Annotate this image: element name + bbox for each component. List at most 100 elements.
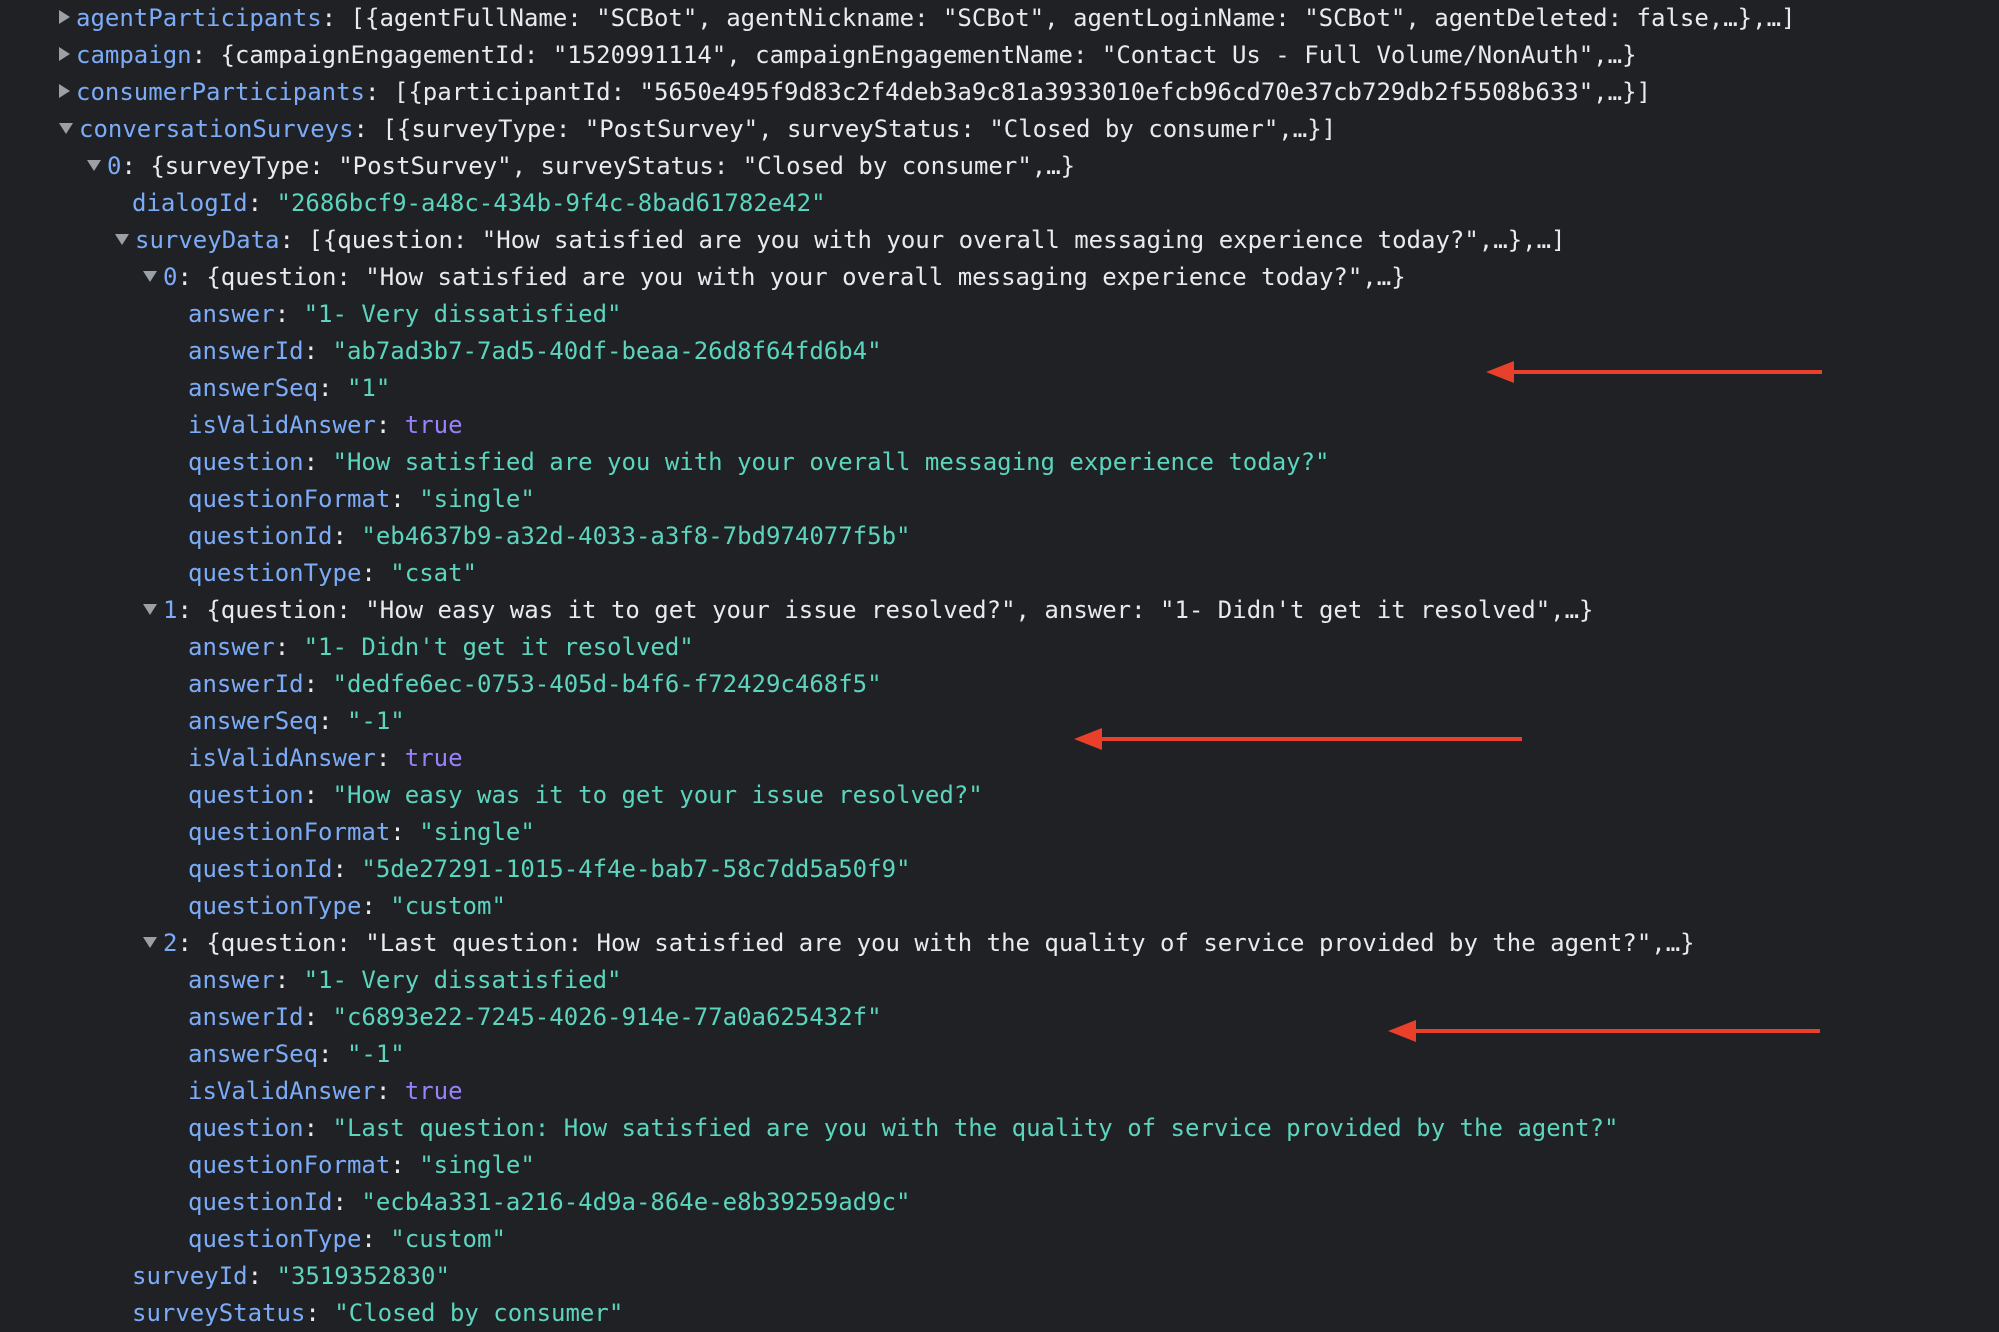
property-summary: {question: "How satisfied are you with y… <box>206 263 1406 291</box>
tree-row[interactable]: consumerParticipants: [{participantId: "… <box>59 74 1651 111</box>
colon-separator: : <box>247 1262 277 1290</box>
property-key: question <box>188 781 304 809</box>
property-summary: [{participantId: "5650e495f9d83c2f4deb3a… <box>393 78 1651 106</box>
boolean-value: true <box>404 411 463 439</box>
triangle-right-icon[interactable] <box>59 47 70 61</box>
colon-separator: : <box>303 448 333 476</box>
property-key: answerId <box>188 337 304 365</box>
property-key: 2 <box>163 929 178 957</box>
tree-row: questionFormat: "single" <box>188 481 535 518</box>
property-key: questionFormat <box>188 818 391 846</box>
property-key: questionFormat <box>188 1151 391 1179</box>
colon-separator: : <box>177 929 207 957</box>
tree-row: isValidAnswer: true <box>188 740 463 777</box>
tree-row: answerSeq: "-1" <box>188 703 405 740</box>
colon-separator: : <box>318 374 347 402</box>
property-key: questionId <box>188 855 333 883</box>
tree-row: dialogId: "2686bcf9-a48c-434b-9f4c-8bad6… <box>132 185 826 222</box>
string-value: "5de27291-1015-4f4e-bab7-58c7dd5a50f9" <box>361 855 911 883</box>
colon-separator: : <box>390 818 420 846</box>
tree-row: questionId: "5de27291-1015-4f4e-bab7-58c… <box>188 851 910 888</box>
property-key: answerId <box>188 670 304 698</box>
colon-separator: : <box>318 707 347 735</box>
colon-separator: : <box>332 522 362 550</box>
string-value: "custom" <box>390 1225 506 1253</box>
property-summary: {campaignEngagementId: "1520991114", cam… <box>220 41 1637 69</box>
tree-row[interactable]: 1: {question: "How easy was it to get yo… <box>143 592 1593 629</box>
property-key: surveyData <box>135 226 280 254</box>
colon-separator: : <box>318 1040 347 1068</box>
property-key: surveyId <box>132 1262 248 1290</box>
property-key: answerSeq <box>188 374 319 402</box>
string-value: "ab7ad3b7-7ad5-40df-beaa-26d8f64fd6b4" <box>332 337 882 365</box>
property-key: answer <box>188 966 275 994</box>
colon-separator: : <box>274 966 304 994</box>
colon-separator: : <box>332 855 362 883</box>
property-key: questionId <box>188 522 333 550</box>
colon-separator: : <box>191 41 221 69</box>
tree-row: answerId: "ab7ad3b7-7ad5-40df-beaa-26d8f… <box>188 333 882 370</box>
property-key: question <box>188 448 304 476</box>
colon-separator: : <box>375 1077 405 1105</box>
tree-row[interactable]: 0: {surveyType: "PostSurvey", surveyStat… <box>87 148 1075 185</box>
triangle-down-icon[interactable] <box>115 233 129 245</box>
tree-row[interactable]: conversationSurveys: [{surveyType: "Post… <box>59 111 1336 148</box>
triangle-down-icon[interactable] <box>143 603 157 615</box>
tree-row: answerSeq: "-1" <box>188 1036 405 1073</box>
string-value: "3519352830" <box>276 1262 450 1290</box>
triangle-down-icon[interactable] <box>143 270 157 282</box>
tree-row: questionType: "csat" <box>188 555 477 592</box>
property-summary: {question: "Last question: How satisfied… <box>206 929 1695 957</box>
colon-separator: : <box>361 559 391 587</box>
property-key: consumerParticipants <box>76 78 365 106</box>
string-value: "ecb4a331-a216-4d9a-864e-e8b39259ad9c" <box>361 1188 911 1216</box>
property-key: questionFormat <box>188 485 391 513</box>
colon-separator: : <box>364 78 394 106</box>
string-value: "csat" <box>390 559 477 587</box>
string-value: "-1" <box>346 707 405 735</box>
colon-separator: : <box>375 411 405 439</box>
tree-row[interactable]: surveyData: [{question: "How satisfied a… <box>115 222 1566 259</box>
triangle-down-icon[interactable] <box>143 936 157 948</box>
colon-separator: : <box>303 1003 333 1031</box>
tree-row: answerSeq: "1" <box>188 370 390 407</box>
colon-separator: : <box>177 263 207 291</box>
string-value: "eb4637b9-a32d-4033-a3f8-7bd974077f5b" <box>361 522 911 550</box>
triangle-down-icon[interactable] <box>59 122 73 134</box>
tree-row[interactable]: 0: {question: "How satisfied are you wit… <box>143 259 1406 296</box>
tree-row: surveyId: "3519352830" <box>132 1258 450 1295</box>
colon-separator: : <box>303 781 333 809</box>
tree-row: question: "How satisfied are you with yo… <box>188 444 1330 481</box>
string-value: "dedfe6ec-0753-405d-b4f6-f72429c468f5" <box>332 670 882 698</box>
colon-separator: : <box>361 892 391 920</box>
colon-separator: : <box>247 189 277 217</box>
triangle-right-icon[interactable] <box>59 10 70 24</box>
property-key: 1 <box>163 596 178 624</box>
triangle-right-icon[interactable] <box>59 84 70 98</box>
tree-row: questionType: "custom" <box>188 888 506 925</box>
colon-separator: : <box>303 670 333 698</box>
property-key: answerId <box>188 1003 304 1031</box>
string-value: "c6893e22-7245-4026-914e-77a0a625432f" <box>332 1003 882 1031</box>
colon-separator: : <box>274 300 304 328</box>
tree-row: isValidAnswer: true <box>188 1073 463 1110</box>
tree-row: questionFormat: "single" <box>188 814 535 851</box>
tree-row: answerId: "dedfe6ec-0753-405d-b4f6-f7242… <box>188 666 882 703</box>
colon-separator: : <box>361 1225 391 1253</box>
colon-separator: : <box>303 1114 333 1142</box>
tree-row: answerId: "c6893e22-7245-4026-914e-77a0a… <box>188 999 882 1036</box>
tree-row: surveyStatus: "Closed by consumer" <box>132 1295 623 1332</box>
property-key: dialogId <box>132 189 248 217</box>
property-key: campaign <box>76 41 192 69</box>
property-key: question <box>188 1114 304 1142</box>
boolean-value: true <box>404 744 463 772</box>
property-key: questionId <box>188 1188 333 1216</box>
tree-row: questionId: "eb4637b9-a32d-4033-a3f8-7bd… <box>188 518 910 555</box>
tree-row: isValidAnswer: true <box>188 407 463 444</box>
triangle-down-icon[interactable] <box>87 159 101 171</box>
string-value: "1" <box>346 374 391 402</box>
tree-row[interactable]: agentParticipants: [{agentFullName: "SCB… <box>59 0 1795 37</box>
tree-row[interactable]: campaign: {campaignEngagementId: "152099… <box>59 37 1637 74</box>
property-key: answer <box>188 300 275 328</box>
tree-row[interactable]: 2: {question: "Last question: How satisf… <box>143 925 1695 962</box>
